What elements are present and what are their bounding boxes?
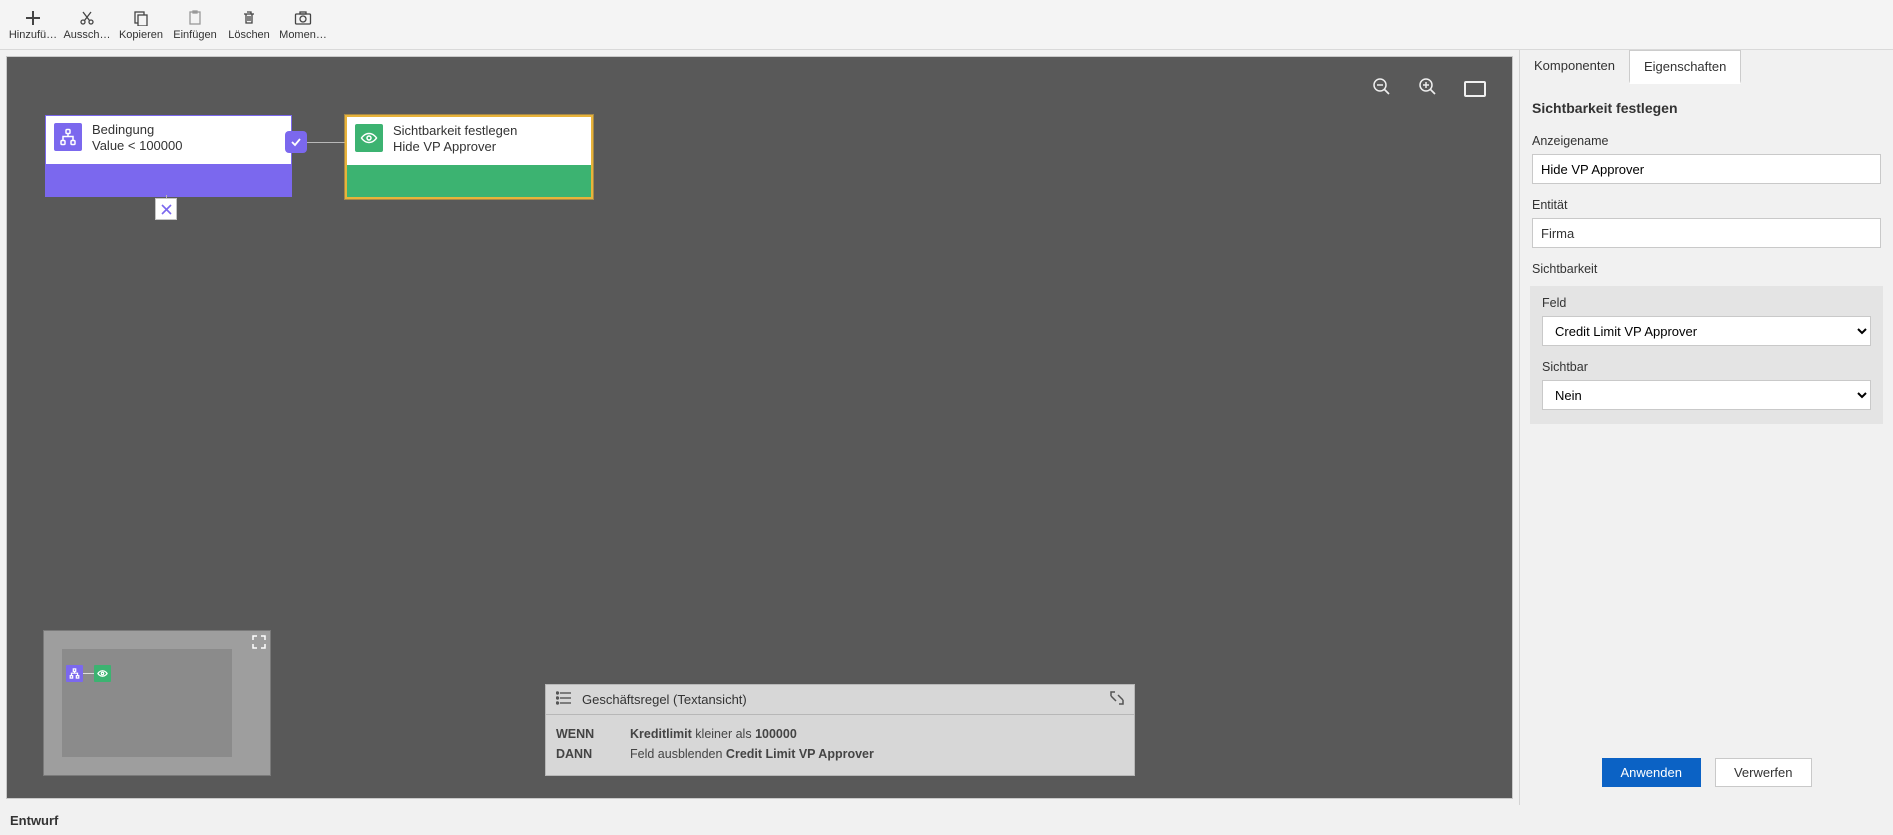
condition-node[interactable]: Bedingung Value < 100000	[45, 115, 292, 197]
status-text: Entwurf	[10, 813, 58, 828]
then-field: Credit Limit VP Approver	[726, 747, 874, 761]
branch-icon	[54, 123, 82, 151]
input-entity	[1532, 218, 1881, 248]
toolbar: Hinzufü… Aussch… Kopieren Einfügen Lösch…	[0, 0, 1893, 50]
copy-label: Kopieren	[119, 29, 163, 41]
label-entity: Entität	[1532, 198, 1881, 212]
eye-icon	[355, 124, 383, 152]
action-subtitle: Hide VP Approver	[393, 139, 517, 155]
properties-panel: Komponenten Eigenschaften Sichtbarkeit f…	[1519, 50, 1893, 805]
minimap-collapse-icon[interactable]	[252, 635, 266, 652]
cut-label: Aussch…	[63, 29, 110, 41]
camera-icon	[294, 9, 312, 27]
label-displayname: Anzeigename	[1532, 134, 1881, 148]
cut-button[interactable]: Aussch…	[60, 3, 114, 47]
copy-button[interactable]: Kopieren	[114, 3, 168, 47]
label-visible: Sichtbar	[1542, 360, 1871, 374]
condition-false-badge	[155, 198, 177, 220]
minimap[interactable]	[43, 630, 271, 776]
minimap-condition-node	[66, 665, 83, 682]
zoom-in-button[interactable]	[1418, 77, 1438, 100]
designer-canvas[interactable]: Bedingung Value < 100000	[6, 56, 1513, 799]
panel-heading: Sichtbarkeit festlegen	[1532, 100, 1881, 116]
then-label: DANN	[556, 747, 630, 761]
business-rule-textview: Geschäftsregel (Textansicht) WENN Kredit…	[545, 684, 1135, 776]
snapshot-label: Momen…	[279, 29, 327, 41]
zoom-out-button[interactable]	[1372, 77, 1392, 100]
textview-title: Geschäftsregel (Textansicht)	[582, 692, 747, 707]
delete-label: Löschen	[228, 29, 270, 41]
discard-button[interactable]: Verwerfen	[1715, 758, 1812, 787]
add-label: Hinzufü…	[9, 29, 57, 41]
plus-icon	[25, 9, 41, 27]
tab-properties[interactable]: Eigenschaften	[1629, 50, 1741, 84]
when-field: Kreditlimit	[630, 727, 692, 741]
input-displayname[interactable]	[1532, 154, 1881, 184]
section-visibility-title: Sichtbarkeit	[1532, 262, 1881, 276]
label-field: Feld	[1542, 296, 1871, 310]
fit-to-screen-button[interactable]	[1464, 81, 1486, 97]
scissors-icon	[79, 9, 95, 27]
paste-label: Einfügen	[173, 29, 216, 41]
action-node-set-visibility[interactable]: Sichtbarkeit festlegen Hide VP Approver	[345, 115, 593, 199]
paste-button[interactable]: Einfügen	[168, 3, 222, 47]
action-title: Sichtbarkeit festlegen	[393, 123, 517, 139]
add-button[interactable]: Hinzufü…	[6, 3, 60, 47]
tab-components[interactable]: Komponenten	[1520, 50, 1629, 84]
select-field[interactable]: Credit Limit VP Approver	[1542, 316, 1871, 346]
apply-button[interactable]: Anwenden	[1602, 758, 1701, 787]
trash-icon	[241, 9, 257, 27]
when-value: 100000	[755, 727, 797, 741]
select-visible[interactable]: Nein	[1542, 380, 1871, 410]
condition-title: Bedingung	[92, 122, 182, 138]
textview-icon	[556, 691, 572, 708]
then-prefix: Feld ausblenden	[630, 747, 722, 761]
textview-expand-icon[interactable]	[1110, 691, 1124, 708]
snapshot-button[interactable]: Momen…	[276, 3, 330, 47]
when-label: WENN	[556, 727, 630, 741]
minimap-action-node	[94, 665, 111, 682]
connector-line	[307, 142, 345, 143]
copy-icon	[133, 9, 149, 27]
delete-button[interactable]: Löschen	[222, 3, 276, 47]
paste-icon	[187, 9, 203, 27]
when-op: kleiner als	[695, 727, 751, 741]
condition-true-badge	[285, 131, 307, 153]
status-bar: Entwurf	[0, 805, 1893, 835]
condition-subtitle: Value < 100000	[92, 138, 182, 154]
